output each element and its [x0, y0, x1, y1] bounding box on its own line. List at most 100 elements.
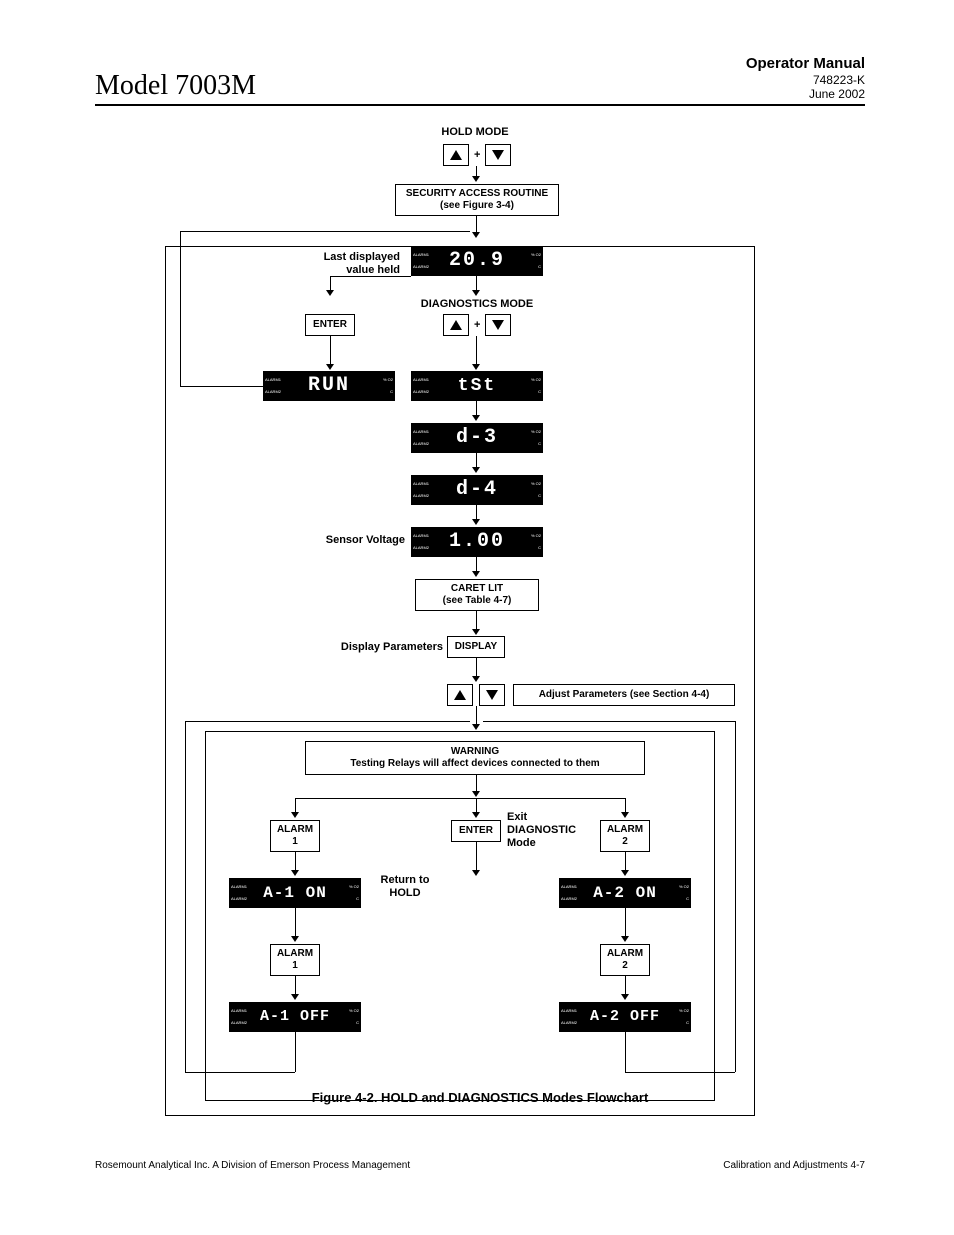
- connector-line: [476, 336, 477, 366]
- connector-line: [625, 852, 626, 872]
- arrow-down-icon: [472, 870, 480, 876]
- sensor-voltage-label: Sensor Voltage: [295, 534, 405, 547]
- doc-date: June 2002: [746, 87, 865, 101]
- arrow-down-icon: [326, 290, 334, 296]
- lcd-side-left: ALARM1ALARM2: [412, 424, 434, 452]
- diagnostics-mode-label: DIAGNOSTICS MODE: [395, 298, 559, 311]
- triangle-up-icon: [454, 690, 466, 700]
- enter-box: ENTER: [305, 314, 355, 336]
- lcd-side-left: ALARM1ALARM2: [230, 879, 252, 907]
- lcd-value: 1.00: [434, 528, 520, 556]
- connector-line: [185, 721, 470, 722]
- lcd-display: ALARM1ALARM2 1.00 % O2C: [411, 527, 543, 557]
- lcd-display: ALARM1ALARM2 RUN % O2C: [263, 371, 395, 401]
- lcd-side-right: % O2C: [338, 879, 360, 907]
- plus-sign: +: [474, 319, 480, 331]
- arrow-down-icon: [472, 364, 480, 370]
- connector-line: [625, 976, 626, 996]
- lcd-side-left: ALARM1ALARM2: [560, 879, 582, 907]
- lcd-value: RUN: [286, 372, 372, 400]
- arrow-down-icon: [472, 415, 480, 421]
- lcd-display: ALARM1ALARM2 A-1 ON % O2C: [229, 878, 361, 908]
- security-access-box: SECURITY ACCESS ROUTINE (see Figure 3-4): [395, 184, 559, 216]
- hold-mode-label: HOLD MODE: [415, 126, 535, 139]
- connector-line: [295, 1032, 296, 1072]
- connector-line: [483, 721, 735, 722]
- enter-box: ENTER: [451, 820, 501, 842]
- triangle-down-icon: [486, 690, 498, 700]
- doc-number: 748223-K: [746, 73, 865, 87]
- arrow-down-icon: [472, 676, 480, 682]
- display-box: DISPLAY: [447, 636, 505, 658]
- header-right: Operator Manual 748223-K June 2002: [746, 55, 865, 102]
- lcd-display: ALARM1ALARM2 d-4 % O2C: [411, 475, 543, 505]
- connector-line: [180, 231, 470, 232]
- arrow-down-icon: [621, 994, 629, 1000]
- warning-box: WARNING Testing Relays will affect devic…: [305, 741, 645, 775]
- triangle-up-icon: [450, 150, 462, 160]
- operator-manual-label: Operator Manual: [746, 55, 865, 73]
- connector-line: [295, 908, 296, 938]
- up-key: [447, 684, 473, 706]
- flowchart-diagram: HOLD MODE + SECURITY ACCESS ROUTINE (see…: [95, 116, 865, 1126]
- connector-line: [476, 658, 477, 678]
- down-key: [479, 684, 505, 706]
- down-key: [485, 144, 511, 166]
- alarm1-box: ALARM 1: [270, 944, 320, 976]
- inner-frame: [205, 731, 715, 1101]
- connector-line: [185, 721, 186, 1072]
- lcd-value: A-1 OFF: [252, 1003, 338, 1031]
- lcd-side-left: ALARM1ALARM2: [412, 372, 434, 400]
- lcd-side-left: ALARM1ALARM2: [412, 247, 434, 275]
- exit-diag-label: Exit DIAGNOSTIC Mode: [507, 811, 597, 851]
- lcd-value: d-3: [434, 424, 520, 452]
- lcd-value: d-4: [434, 476, 520, 504]
- arrow-down-icon: [326, 364, 334, 370]
- connector-line: [476, 706, 477, 726]
- footer-right: Calibration and Adjustments 4-7: [723, 1160, 865, 1171]
- arrow-down-icon: [621, 870, 629, 876]
- lcd-side-right: % O2C: [520, 476, 542, 504]
- lcd-side-left: ALARM1ALARM2: [560, 1003, 582, 1031]
- connector-line: [330, 336, 331, 366]
- alarm2-box: ALARM 2: [600, 944, 650, 976]
- arrow-down-icon: [472, 571, 480, 577]
- arrow-down-icon: [472, 629, 480, 635]
- lcd-side-right: % O2C: [372, 372, 394, 400]
- connector-line: [476, 842, 477, 872]
- connector-line: [476, 611, 477, 631]
- model-title: Model 7003M: [95, 70, 256, 102]
- connector-line: [295, 976, 296, 996]
- connector-line: [735, 721, 736, 1072]
- lcd-side-left: ALARM1ALARM2: [230, 1003, 252, 1031]
- connector-line: [625, 1032, 626, 1072]
- lcd-value: A-1 ON: [252, 879, 338, 907]
- connector-line: [180, 231, 181, 386]
- lcd-display: ALARM1ALARM2 A-2 OFF % O2C: [559, 1002, 691, 1032]
- arrow-down-icon: [472, 290, 480, 296]
- lcd-side-left: ALARM1ALARM2: [412, 528, 434, 556]
- down-key: [485, 314, 511, 336]
- up-key: [443, 314, 469, 336]
- lcd-value: tSt: [434, 372, 520, 400]
- lcd-display: ALARM1ALARM2 A-2 ON % O2C: [559, 878, 691, 908]
- connector-line: [330, 276, 411, 277]
- arrow-down-icon: [472, 812, 480, 818]
- page-footer: Rosemount Analytical Inc. A Division of …: [95, 1160, 865, 1171]
- arrow-down-icon: [472, 519, 480, 525]
- lcd-side-left: ALARM1ALARM2: [412, 476, 434, 504]
- arrow-down-icon: [621, 936, 629, 942]
- lcd-display: ALARM1ALARM2 d-3 % O2C: [411, 423, 543, 453]
- triangle-down-icon: [492, 150, 504, 160]
- lcd-value: A-2 OFF: [582, 1003, 668, 1031]
- connector-line: [295, 798, 625, 799]
- lcd-side-right: % O2C: [520, 247, 542, 275]
- lcd-value: A-2 ON: [582, 879, 668, 907]
- lcd-side-right: % O2C: [668, 879, 690, 907]
- lcd-side-right: % O2C: [520, 424, 542, 452]
- adjust-params-box: Adjust Parameters (see Section 4-4): [513, 684, 735, 706]
- lcd-display: ALARM1ALARM2 20.9 % O2C: [411, 246, 543, 276]
- return-hold-label: Return to HOLD: [365, 874, 445, 900]
- lcd-value: 20.9: [434, 247, 520, 275]
- caret-lit-box: CARET LIT (see Table 4-7): [415, 579, 539, 611]
